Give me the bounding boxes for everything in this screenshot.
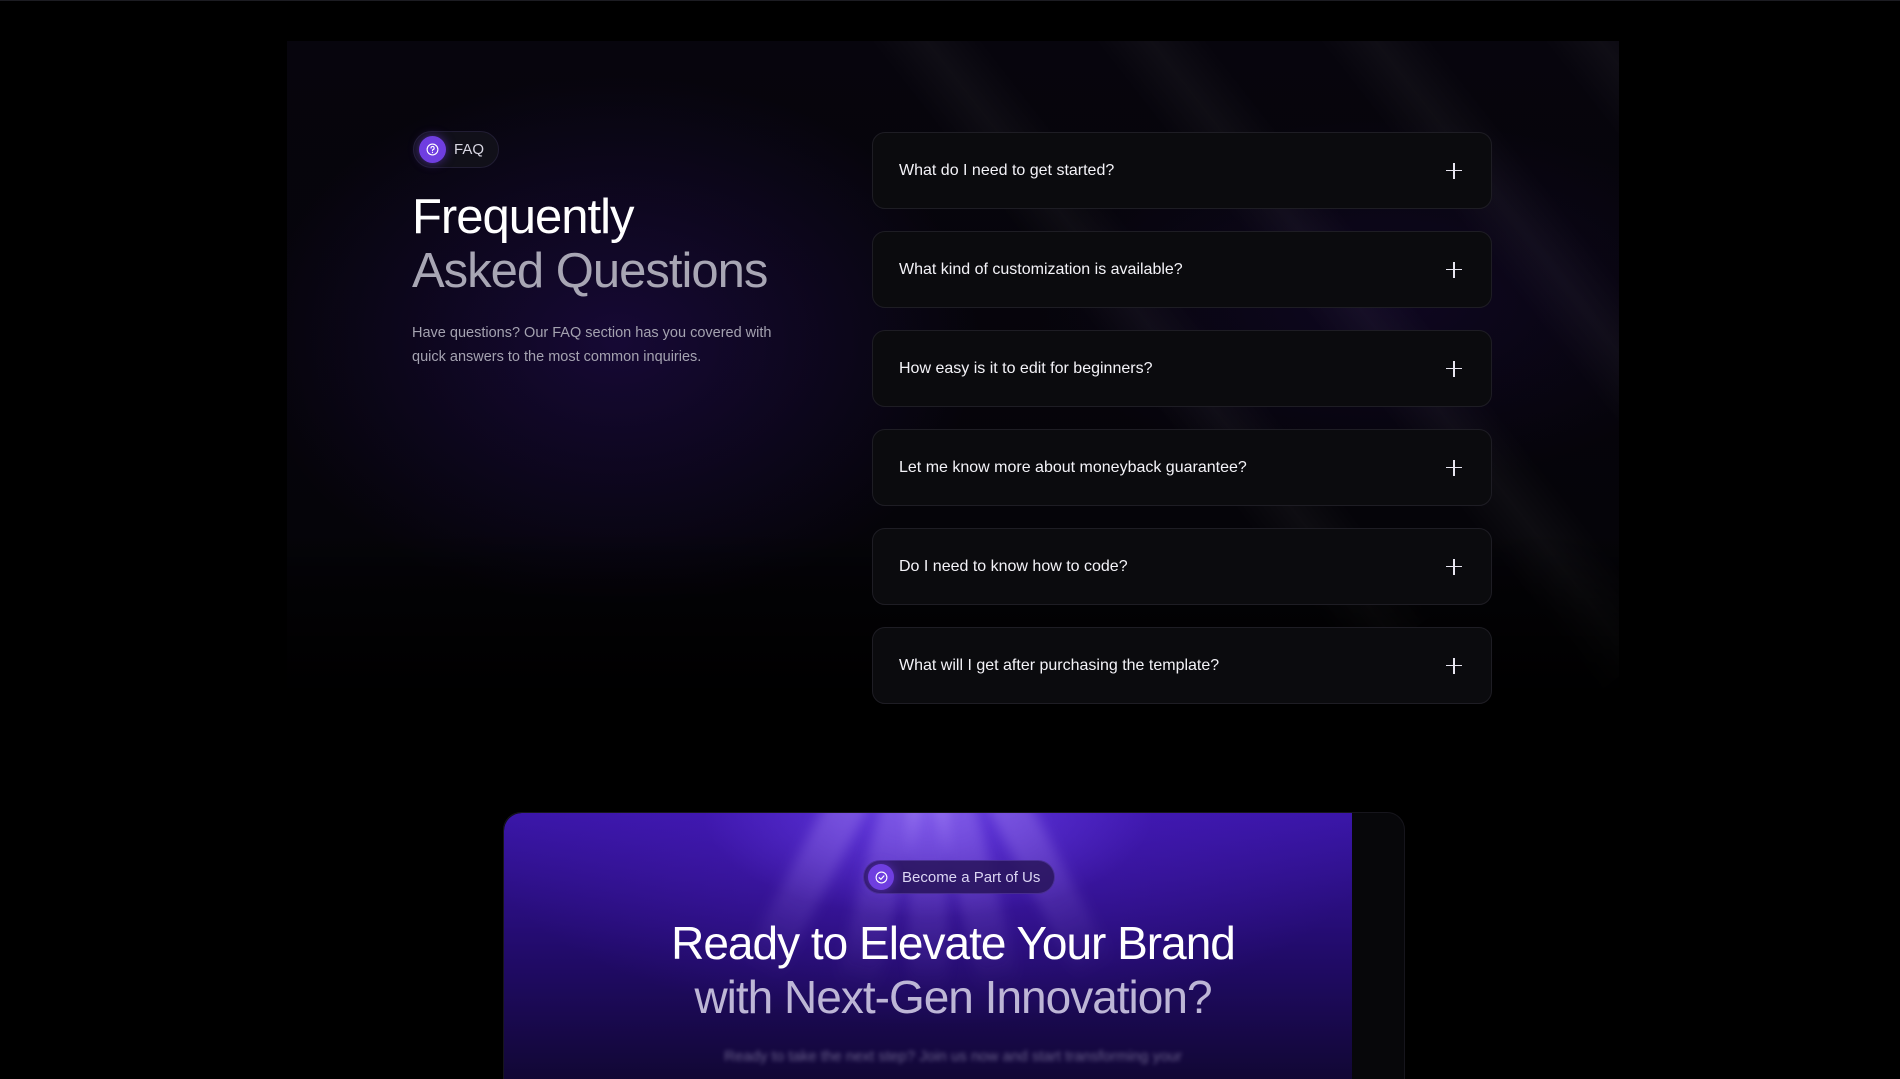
faq-item[interactable]: What kind of customization is available? [872, 231, 1492, 308]
check-circle-icon [868, 864, 894, 890]
plus-icon[interactable] [1446, 360, 1462, 377]
cta-badge: Become a Part of Us [863, 860, 1056, 894]
faq-item[interactable]: What do I need to get started? [872, 132, 1492, 209]
faq-item[interactable]: What will I get after purchasing the tem… [872, 627, 1492, 704]
faq-title-line1: Frequently [412, 190, 635, 244]
plus-icon[interactable] [1446, 162, 1462, 179]
faq-question: Let me know more about moneyback guarant… [899, 458, 1247, 476]
page: FAQ Frequently Asked Questions Have ques… [0, 0, 1900, 1079]
faq-item[interactable]: Do I need to know how to code? [872, 528, 1492, 605]
question-circle-icon [419, 136, 446, 163]
cta-title: Ready to Elevate Your Brand with Next-Ge… [503, 916, 1403, 1024]
faq-question: What do I need to get started? [899, 161, 1115, 179]
faq-title: Frequently Asked Questions [412, 190, 768, 298]
faq-badge-label: FAQ [454, 141, 485, 158]
cta-title-line1: Ready to Elevate Your Brand [671, 917, 1236, 969]
faq-title-line2: Asked Questions [412, 244, 768, 298]
cta-subtitle: Ready to take the next step? Join us now… [724, 1048, 1182, 1065]
faq-accordion: What do I need to get started? What kind… [872, 132, 1492, 726]
cta-title-line2: with Next-Gen Innovation? [694, 971, 1212, 1023]
faq-question: Do I need to know how to code? [899, 557, 1128, 575]
plus-icon[interactable] [1446, 558, 1462, 575]
faq-description: Have questions? Our FAQ section has you … [412, 325, 772, 365]
faq-badge: FAQ [413, 131, 500, 168]
plus-icon[interactable] [1446, 657, 1462, 674]
faq-question: What will I get after purchasing the tem… [899, 656, 1220, 674]
faq-item[interactable]: Let me know more about moneyback guarant… [872, 429, 1492, 506]
top-divider [0, 0, 1900, 1]
plus-icon[interactable] [1446, 459, 1462, 476]
faq-question: What kind of customization is available? [899, 260, 1183, 278]
faq-item[interactable]: How easy is it to edit for beginners? [872, 330, 1492, 407]
cta-badge-label: Become a Part of Us [902, 868, 1041, 886]
plus-icon[interactable] [1446, 261, 1462, 278]
faq-question: How easy is it to edit for beginners? [899, 359, 1153, 377]
